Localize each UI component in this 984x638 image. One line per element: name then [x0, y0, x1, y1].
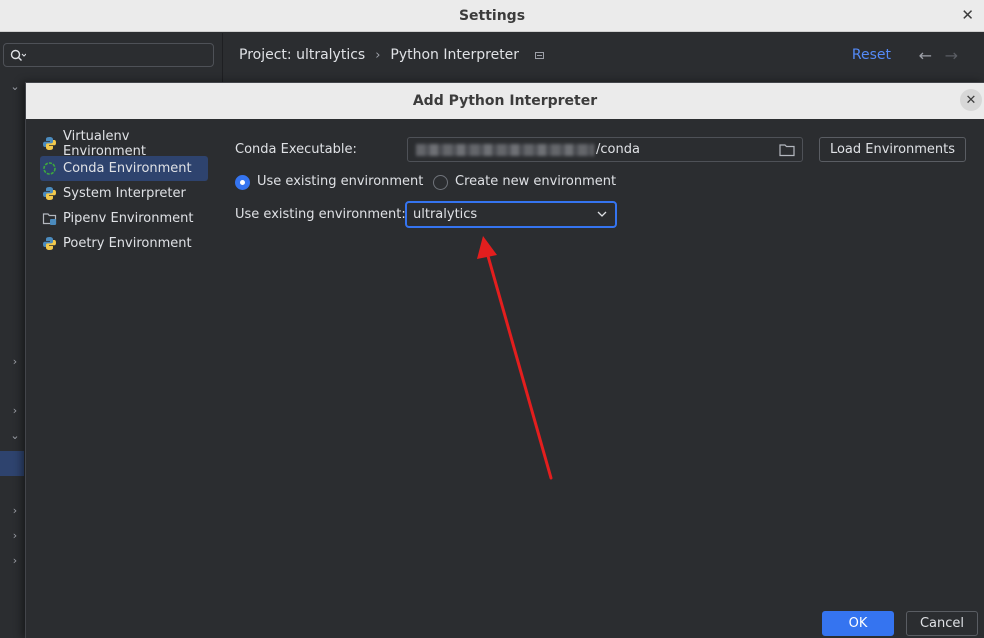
conda-executable-field[interactable]: /conda — [407, 137, 803, 162]
tree-expand-arrow[interactable]: ⌄ — [8, 429, 22, 442]
search-icon — [10, 49, 26, 61]
env-type-label: Poetry Environment — [63, 236, 192, 251]
conda-executable-suffix: /conda — [596, 142, 640, 157]
ok-button[interactable]: OK — [822, 611, 894, 636]
env-type-label: System Interpreter — [63, 186, 186, 201]
tree-selected-row[interactable] — [0, 451, 24, 476]
tree-collapse-arrow[interactable]: › — [8, 529, 22, 542]
breadcrumb-separator: › — [375, 47, 381, 63]
use-existing-radio[interactable] — [235, 175, 250, 190]
tree-collapse-arrow[interactable]: › — [8, 404, 22, 417]
env-type-label: Virtualenv Environment — [63, 128, 147, 159]
tree-collapse-arrow[interactable]: › — [8, 554, 22, 567]
settings-close-icon[interactable]: ✕ — [961, 6, 974, 24]
back-arrow-icon[interactable]: ← — [919, 46, 932, 65]
env-type-label: Conda Environment — [63, 161, 192, 176]
existing-env-label: Use existing environment: — [235, 207, 406, 222]
conda-icon — [42, 161, 57, 176]
settings-titlebar: Settings ✕ — [0, 0, 984, 32]
reset-link[interactable]: Reset — [852, 47, 891, 63]
env-type-poetry[interactable]: Poetry Environment — [40, 231, 208, 256]
cancel-button[interactable]: Cancel — [906, 611, 978, 636]
tree-collapse-arrow[interactable]: › — [8, 504, 22, 517]
settings-search-input[interactable] — [3, 43, 214, 67]
env-type-virtualenv[interactable]: Virtualenv Environment — [40, 128, 208, 159]
poetry-icon — [42, 236, 57, 251]
python-icon — [42, 136, 57, 151]
env-type-pipenv[interactable]: Pipenv Environment — [40, 206, 208, 231]
tree-collapse-arrow[interactable]: › — [8, 355, 22, 368]
existing-env-value: ultralytics — [413, 207, 478, 222]
existing-env-dropdown[interactable]: ultralytics — [405, 201, 617, 228]
env-type-label: Pipenv Environment — [63, 211, 194, 226]
project-scope-icon — [535, 51, 545, 59]
pipenv-icon — [42, 211, 57, 226]
create-new-radio-label[interactable]: Create new environment — [455, 174, 616, 189]
load-environments-button[interactable]: Load Environments — [819, 137, 966, 162]
settings-main-header: Project: ultralytics › Python Interprete… — [224, 33, 984, 81]
forward-arrow-icon[interactable]: → — [945, 46, 958, 65]
breadcrumb: Project: ultralytics › Python Interprete… — [239, 47, 545, 63]
conda-executable-label: Conda Executable: — [235, 142, 357, 157]
chevron-down-icon — [597, 211, 607, 217]
settings-title: Settings — [458, 7, 526, 24]
python-icon — [42, 186, 57, 201]
dialog-titlebar: Add Python Interpreter ✕ — [26, 83, 984, 119]
tree-expand-arrow[interactable]: ⌄ — [8, 80, 22, 93]
breadcrumb-page: Python Interpreter — [390, 47, 520, 63]
env-type-system[interactable]: System Interpreter — [40, 181, 208, 206]
create-new-radio[interactable] — [433, 175, 448, 190]
dialog-title: Add Python Interpreter — [412, 93, 598, 109]
add-interpreter-dialog: Add Python Interpreter ✕ Virtualenv Envi… — [25, 82, 984, 638]
dialog-close-icon[interactable]: ✕ — [960, 89, 982, 111]
env-type-conda[interactable]: Conda Environment — [40, 156, 208, 181]
blurred-path — [416, 144, 594, 156]
env-type-list: Virtualenv Environment Conda Environment… — [26, 119, 222, 638]
folder-icon[interactable] — [779, 143, 795, 157]
breadcrumb-project[interactable]: Project: ultralytics — [239, 47, 365, 63]
use-existing-radio-label[interactable]: Use existing environment — [257, 174, 423, 189]
